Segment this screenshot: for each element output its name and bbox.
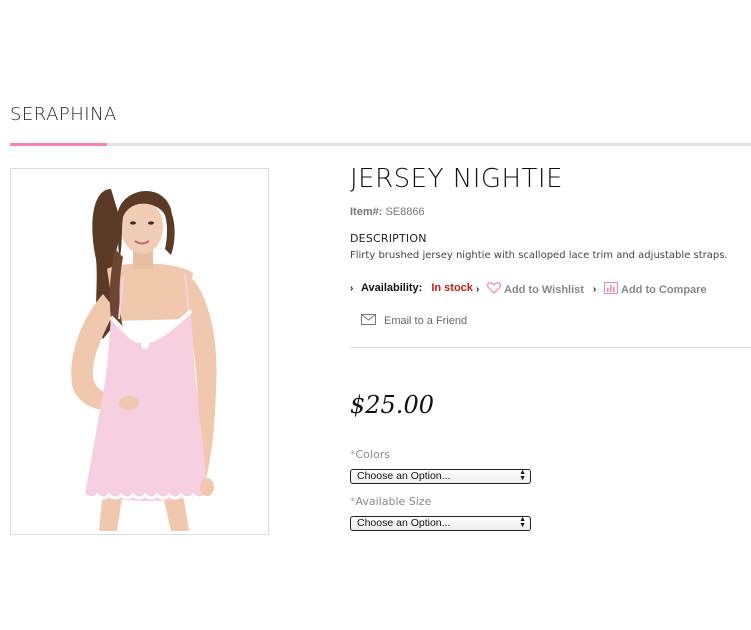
size-label: *Available Size <box>350 495 432 508</box>
item-number-value: SE8866 <box>385 206 425 218</box>
size-select-value: Choose an Option... <box>357 517 451 529</box>
compare-chart-icon <box>604 282 618 297</box>
product-photo-illustration <box>11 169 268 534</box>
colors-select[interactable]: Choose an Option... ▲ ▼ <box>350 469 531 484</box>
size-label-text: Available Size <box>355 495 432 508</box>
envelope-icon <box>361 314 376 328</box>
product-price: $25.00 <box>350 391 434 419</box>
email-label[interactable]: Email to a Friend <box>384 315 467 327</box>
description-heading: DESCRIPTION <box>350 232 427 245</box>
chevron-right-icon: › <box>476 284 480 295</box>
availability-label: Availability: <box>361 282 423 294</box>
stock-status: In stock <box>431 282 473 294</box>
item-number: Item#: SE8866 <box>350 206 425 218</box>
email-to-friend-link[interactable]: Email to a Friend <box>361 314 467 328</box>
compare-label[interactable]: Add to Compare <box>621 284 707 296</box>
description-text: Flirty brushed jersey nightie with scall… <box>350 250 728 261</box>
header-accent-bar <box>10 143 107 146</box>
availability: › Availability: In stock <box>350 282 473 294</box>
product-title: JERSEY NIGHTIE <box>350 164 564 194</box>
item-number-label: Item#: <box>350 206 383 218</box>
store-name[interactable]: SERAPHINA <box>10 104 117 125</box>
section-divider <box>350 347 751 348</box>
select-arrows-icon: ▲ ▼ <box>519 469 526 482</box>
select-arrows-icon: ▲ ▼ <box>519 516 526 529</box>
heart-icon <box>487 282 501 297</box>
header-divider <box>10 143 751 146</box>
chevron-right-icon: › <box>593 284 597 295</box>
add-to-wishlist-link[interactable]: › Add to Wishlist <box>476 282 584 297</box>
colors-select-value: Choose an Option... <box>357 470 451 482</box>
chevron-right-icon: › <box>350 282 354 294</box>
wishlist-label[interactable]: Add to Wishlist <box>504 284 584 296</box>
colors-label-text: Colors <box>355 448 390 461</box>
colors-label: *Colors <box>350 448 390 461</box>
size-select[interactable]: Choose an Option... ▲ ▼ <box>350 516 531 531</box>
add-to-compare-link[interactable]: › Add to Compare <box>593 282 707 297</box>
product-image[interactable] <box>10 168 269 535</box>
